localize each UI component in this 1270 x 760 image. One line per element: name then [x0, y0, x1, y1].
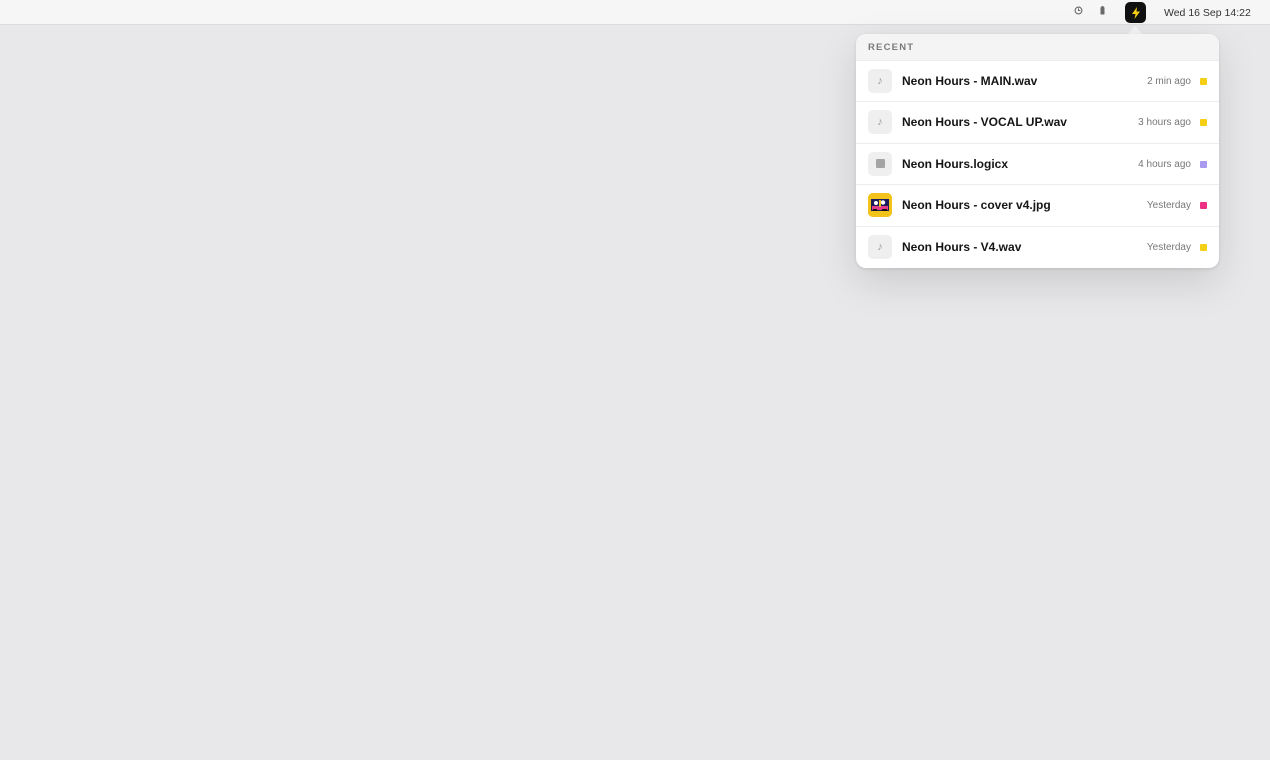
- menu-bar: Wed 16 Sep 14:22: [0, 0, 1270, 25]
- file-time: 4 hours ago: [1138, 158, 1191, 170]
- color-tag: [1200, 119, 1207, 127]
- menubar-datetime[interactable]: Wed 16 Sep 14:22: [1164, 7, 1251, 19]
- file-name: Neon Hours.logicx: [902, 156, 1009, 171]
- image-thumbnail: [868, 193, 892, 218]
- recent-item[interactable]: ♪ Neon Hours - MAIN.wav 2 min ago: [856, 61, 1219, 103]
- recent-header: RECENT: [856, 34, 1219, 61]
- music-note-icon: ♪: [868, 110, 892, 135]
- recent-item[interactable]: Neon Hours.logicx 4 hours ago: [856, 144, 1219, 186]
- lightning-icon[interactable]: [1125, 2, 1146, 23]
- recent-files-popover: RECENT ♪ Neon Hours - MAIN.wav 2 min ago…: [856, 34, 1219, 268]
- battery-icon[interactable]: [1100, 6, 1105, 19]
- color-tag: [1200, 202, 1207, 210]
- file-name: Neon Hours - MAIN.wav: [902, 74, 1038, 88]
- file-time: 2 min ago: [1147, 76, 1191, 87]
- recent-item[interactable]: ♪ Neon Hours - V4.wav Yesterday: [856, 227, 1219, 268]
- file-name: Neon Hours - cover v4.jpg: [902, 198, 1051, 213]
- file-time: Yesterday: [1146, 200, 1191, 212]
- color-tag: [1200, 243, 1207, 251]
- color-tag: [1200, 78, 1207, 85]
- color-tag: [1200, 160, 1207, 168]
- recent-item[interactable]: ♪ Neon Hours - VOCAL UP.wav 3 hours ago: [856, 102, 1219, 144]
- history-icon[interactable]: [1074, 6, 1083, 19]
- music-note-icon: ♪: [868, 234, 892, 259]
- file-time: 3 hours ago: [1138, 117, 1191, 129]
- project-file-icon: [868, 151, 892, 176]
- file-name: Neon Hours - V4.wav: [902, 239, 1022, 254]
- file-time: Yesterday: [1146, 241, 1191, 253]
- recent-item[interactable]: Neon Hours - cover v4.jpg Yesterday: [856, 185, 1219, 227]
- music-note-icon: ♪: [868, 69, 892, 93]
- file-name: Neon Hours - VOCAL UP.wav: [902, 115, 1067, 130]
